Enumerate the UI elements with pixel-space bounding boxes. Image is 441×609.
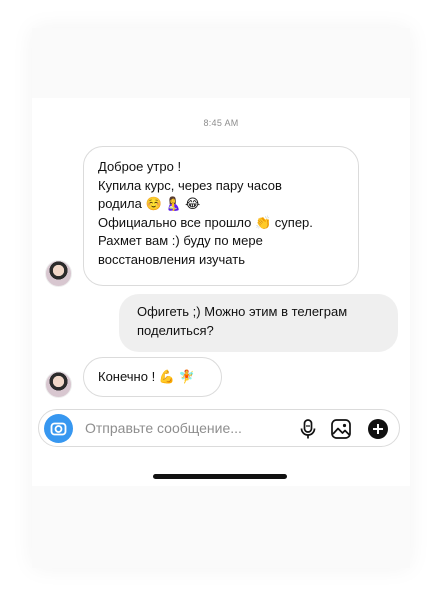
microphone-icon[interactable] [297,418,319,440]
camera-button[interactable] [44,414,73,443]
home-indicator [153,474,287,479]
message-timestamp: 8:45 AM [203,118,239,128]
incoming-message-bubble[interactable]: Доброе утро ! Купила курс, через пару ча… [83,146,359,286]
avatar[interactable] [45,371,72,398]
incoming-message-bubble[interactable]: Конечно ! 💪 🧚 [83,357,222,397]
plus-icon[interactable] [367,418,389,440]
outgoing-message-bubble[interactable]: Офигеть ;) Можно этим в телеграм поделит… [119,294,398,352]
chat-thread: 8:45 AM Доброе утро ! Купила курс, через… [32,98,410,486]
message-composer[interactable]: Отправьте сообщение... [38,409,400,447]
message-input[interactable]: Отправьте сообщение... [85,420,242,436]
gallery-icon[interactable] [330,418,352,440]
camera-icon [50,422,67,436]
avatar[interactable] [45,260,72,287]
